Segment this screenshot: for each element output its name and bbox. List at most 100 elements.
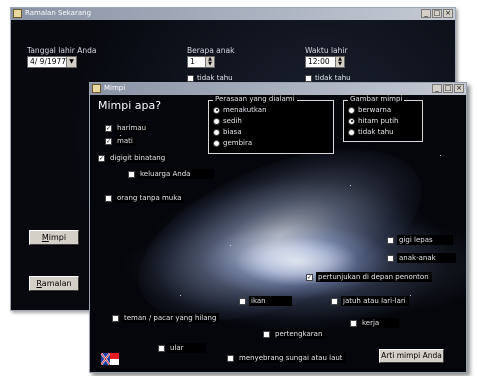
maximize-button[interactable]: □ bbox=[432, 9, 442, 18]
picture-label: berwarna bbox=[358, 106, 392, 114]
mimpi-accel: M bbox=[41, 233, 49, 242]
app-icon bbox=[13, 9, 22, 18]
star bbox=[230, 245, 231, 246]
radio-icon[interactable] bbox=[213, 128, 220, 136]
checkbox-icon[interactable] bbox=[112, 314, 119, 322]
checkbox-jatuh[interactable]: jatuh atau lari-lari bbox=[331, 296, 409, 306]
radio-icon[interactable] bbox=[213, 139, 220, 147]
checkbox-icon[interactable] bbox=[331, 297, 338, 305]
checkbox-pertunjukan[interactable]: ✓ pertunjukan di depan penonton bbox=[306, 272, 432, 282]
feelings-group: Perasaan yang dialami menakutkan sedih b… bbox=[208, 95, 334, 154]
feeling-label: gembira bbox=[223, 139, 253, 147]
item-label: anak-anak bbox=[397, 253, 456, 263]
checkbox-menyebrang[interactable]: menyebrang sungai atau laut bbox=[227, 353, 346, 363]
checkbox-pertengkaran[interactable]: pertengkaran bbox=[263, 329, 326, 339]
radio-icon[interactable] bbox=[213, 117, 220, 125]
checkbox-icon[interactable] bbox=[239, 297, 246, 305]
item-label: kerja bbox=[360, 318, 400, 328]
mimpi-window: Mimpi _ □ × Mimpi apa? Perasaan yang dia… bbox=[89, 82, 467, 373]
mimpi-heading: Mimpi apa? bbox=[98, 99, 162, 112]
language-flag-icon[interactable] bbox=[101, 353, 119, 365]
checkbox-icon[interactable] bbox=[187, 74, 194, 82]
checkbox-icon[interactable] bbox=[128, 170, 135, 178]
radio-selected-icon[interactable] bbox=[213, 106, 220, 114]
children-spinner[interactable]: 1 ▲ ▼ bbox=[187, 56, 215, 68]
checkbox-kerja[interactable]: kerja bbox=[350, 318, 400, 328]
birth-date-label: Tanggal lahir Anda bbox=[27, 46, 97, 55]
birth-date-picker[interactable]: 4/ 9/1977 ▼ bbox=[27, 56, 77, 68]
checkbox-icon[interactable] bbox=[305, 74, 312, 82]
checkbox-checked-icon[interactable]: ✓ bbox=[105, 137, 112, 145]
mimpi-label: impi bbox=[48, 233, 67, 242]
checkbox-checked-icon[interactable]: ✓ bbox=[105, 124, 112, 132]
checkbox-teman[interactable]: teman / pacar yang hilang bbox=[112, 313, 220, 323]
checkbox-icon[interactable] bbox=[227, 354, 234, 362]
radio-selected-icon[interactable] bbox=[348, 117, 355, 125]
time-unknown-label: tidak tahu bbox=[315, 74, 351, 82]
feeling-label: menakutkan bbox=[223, 106, 267, 114]
checkbox-icon[interactable] bbox=[350, 319, 357, 327]
time-unknown-checkbox[interactable]: tidak tahu bbox=[305, 74, 351, 82]
item-label: pertunjukan di depan penonton bbox=[316, 272, 432, 282]
feeling-radio-2[interactable]: biasa bbox=[213, 128, 242, 136]
feeling-radio-0[interactable]: menakutkan bbox=[213, 106, 267, 114]
feeling-radio-3[interactable]: gembira bbox=[213, 139, 252, 147]
minimize-button[interactable]: _ bbox=[432, 84, 442, 93]
picture-radio-2[interactable]: tidak tahu bbox=[348, 128, 394, 136]
checkbox-digigit[interactable]: ✓ digigit binatang bbox=[98, 153, 169, 163]
feelings-group-title: Perasaan yang dialami bbox=[213, 95, 297, 103]
checkbox-anak[interactable]: anak-anak bbox=[387, 253, 456, 263]
picture-label: hitam putih bbox=[358, 117, 399, 125]
checkbox-icon[interactable] bbox=[387, 254, 394, 262]
children-unknown-checkbox[interactable]: tidak tahu bbox=[187, 74, 233, 82]
children-label: Berapa anak bbox=[187, 46, 235, 55]
checkbox-mati[interactable]: ✓ mati bbox=[105, 136, 136, 146]
feeling-label: biasa bbox=[223, 128, 242, 136]
birth-time-label: Waktu lahir bbox=[305, 46, 348, 55]
picture-radio-0[interactable]: berwarna bbox=[348, 106, 391, 114]
birth-date-value: 4/ 9/1977 bbox=[30, 57, 67, 66]
checkbox-icon[interactable] bbox=[387, 236, 394, 244]
arti-mimpi-button[interactable]: Arti mimpi Anda bbox=[379, 349, 444, 363]
chevron-down-icon[interactable]: ▼ bbox=[66, 57, 76, 67]
close-button[interactable]: × bbox=[454, 84, 464, 93]
spinner-arrows-icon[interactable]: ▲ ▼ bbox=[335, 57, 344, 67]
spinner-arrows-icon[interactable]: ▲ ▼ bbox=[205, 57, 214, 67]
checkbox-gigi[interactable]: gigi lepas bbox=[387, 235, 453, 245]
checkbox-checked-icon[interactable]: ✓ bbox=[306, 273, 313, 281]
checkbox-ikan[interactable]: ikan bbox=[239, 296, 292, 306]
item-label: digigit binatang bbox=[108, 153, 169, 163]
checkbox-icon[interactable] bbox=[263, 330, 270, 338]
close-button[interactable]: × bbox=[443, 9, 453, 18]
feeling-label: sedih bbox=[223, 117, 242, 125]
ramalan-label: amalan bbox=[41, 279, 72, 288]
checkbox-icon[interactable] bbox=[105, 194, 112, 202]
picture-radio-1[interactable]: hitam putih bbox=[348, 117, 398, 125]
ramalan-titlebar[interactable]: Ramalan Sekarang _ □ × bbox=[11, 8, 455, 20]
ramalan-button[interactable]: Ramalan bbox=[29, 276, 79, 291]
children-value: 1 bbox=[190, 57, 195, 66]
item-label: mati bbox=[115, 136, 136, 146]
app-icon bbox=[92, 84, 101, 93]
checkbox-keluarga[interactable]: keluarga Anda bbox=[128, 169, 215, 179]
feeling-radio-1[interactable]: sedih bbox=[213, 117, 242, 125]
mimpi-titlebar[interactable]: Mimpi _ □ × bbox=[90, 83, 466, 95]
radio-icon[interactable] bbox=[348, 128, 355, 136]
item-label: ular bbox=[168, 343, 206, 353]
checkbox-checked-icon[interactable]: ✓ bbox=[98, 154, 105, 162]
radio-icon[interactable] bbox=[348, 106, 355, 114]
item-label: ikan bbox=[249, 296, 292, 306]
item-label: pertengkaran bbox=[273, 329, 326, 339]
star bbox=[440, 155, 441, 156]
star bbox=[180, 295, 181, 296]
checkbox-orang[interactable]: orang tanpa muka bbox=[105, 193, 185, 203]
mimpi-button[interactable]: Mimpi bbox=[29, 230, 79, 245]
item-label: menyebrang sungai atau laut bbox=[237, 353, 346, 363]
maximize-button[interactable]: □ bbox=[443, 84, 453, 93]
checkbox-ular[interactable]: ular bbox=[158, 343, 206, 353]
birth-time-spinner[interactable]: 12:00 ▲ ▼ bbox=[305, 56, 345, 68]
picture-group-title: Gambar mimpi bbox=[348, 95, 405, 103]
checkbox-harimau[interactable]: ✓ harimau bbox=[105, 123, 150, 133]
minimize-button[interactable]: _ bbox=[421, 9, 431, 18]
checkbox-icon[interactable] bbox=[158, 344, 165, 352]
